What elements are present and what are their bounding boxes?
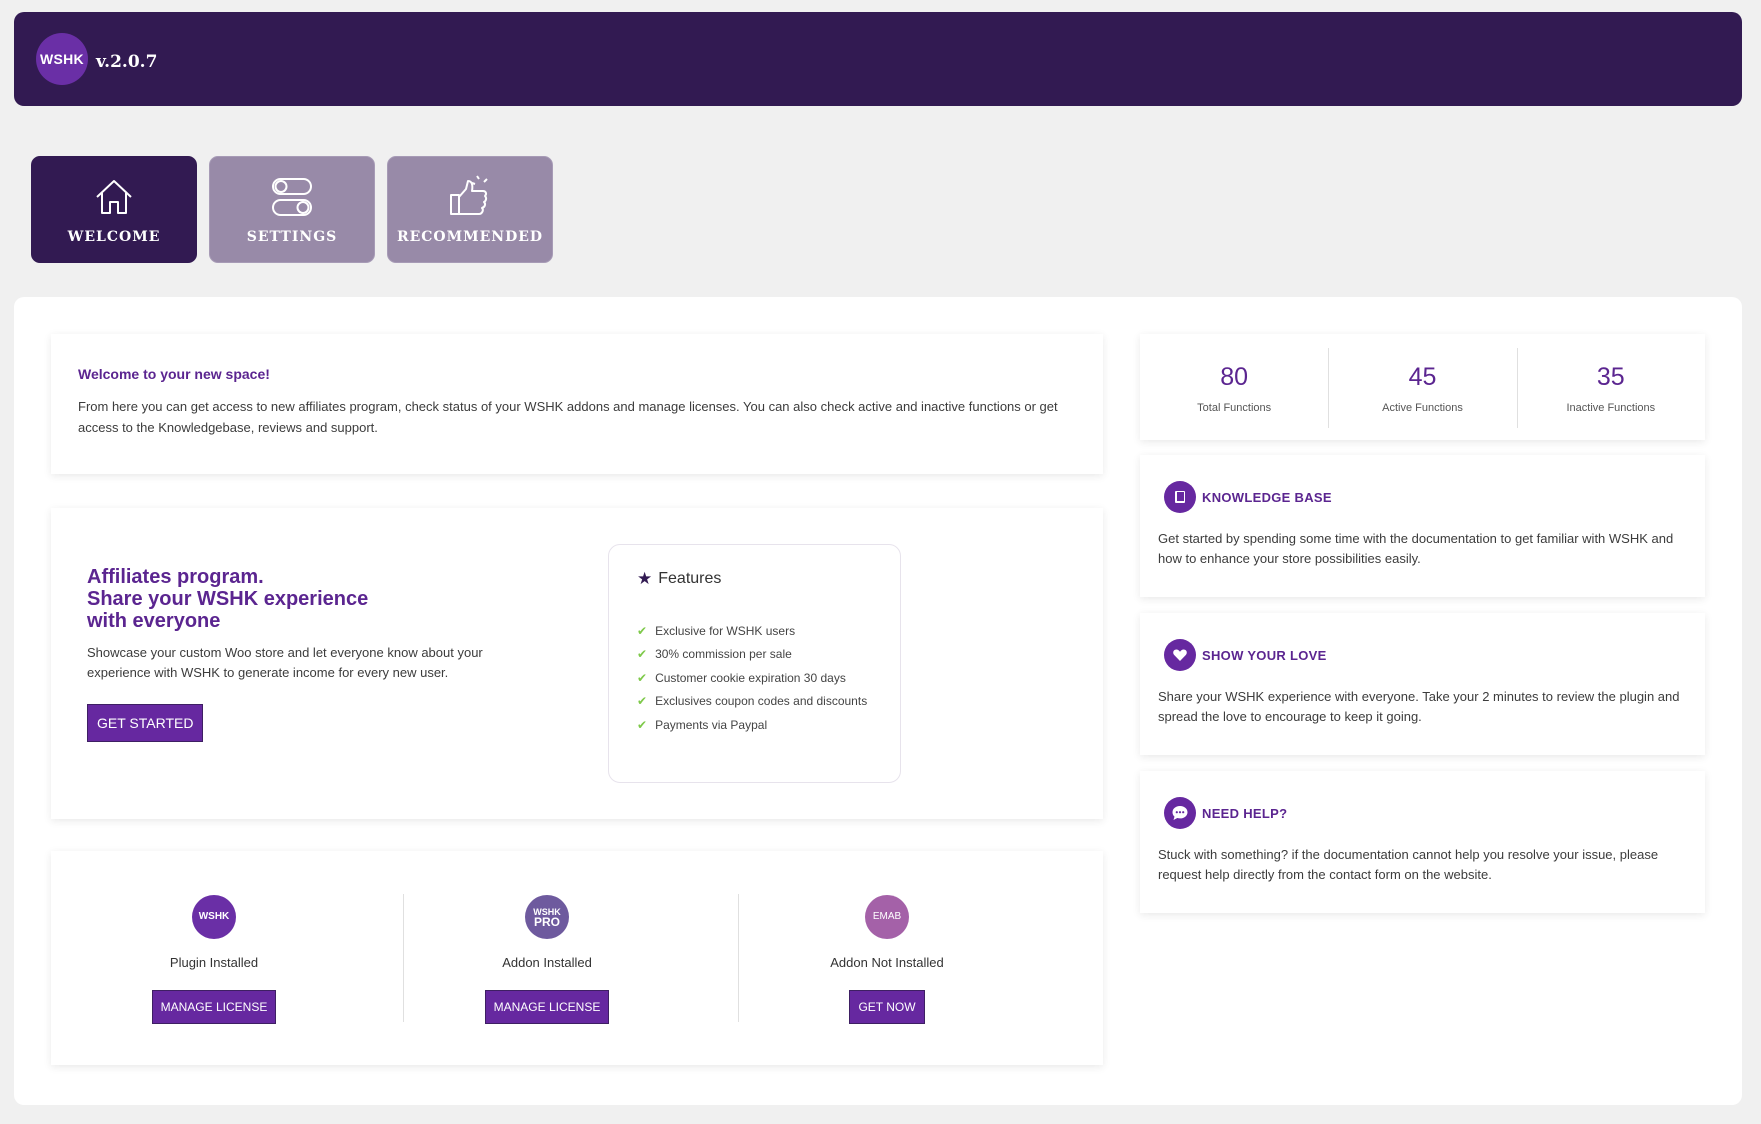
stat-label: Active Functions (1382, 401, 1463, 414)
tab-settings[interactable]: SETTINGS (209, 156, 375, 263)
check-icon: ✔ (637, 717, 648, 732)
addon-status: Addon Installed (502, 955, 592, 970)
book-icon (1164, 481, 1196, 513)
tab-recommended[interactable]: RECOMMENDED (387, 156, 553, 263)
affiliates-title-line: with everyone (87, 610, 221, 632)
addon-status: Plugin Installed (169, 955, 259, 970)
affiliates-title-line: Share your WSHK experience (87, 588, 369, 610)
need-help-card[interactable]: NEED HELP? Stuck with something? if the … (1140, 771, 1705, 913)
stat-value: 35 (1596, 362, 1625, 391)
stat-active: 45 Active Functions (1328, 334, 1516, 440)
show-your-love-card[interactable]: SHOW YOUR LOVE Share your WSHK experienc… (1140, 613, 1705, 755)
get-started-button[interactable]: GET STARTED (87, 704, 204, 742)
addon-emab: EMAB Addon Not Installed GET NOW (812, 851, 962, 1065)
toggles-icon (272, 177, 312, 216)
heart-icon (1164, 639, 1196, 671)
stat-total: 80 Total Functions (1140, 334, 1328, 440)
divider (403, 894, 404, 1022)
stat-value: 80 (1220, 362, 1249, 391)
stats-card: 80 Total Functions 45 Active Functions 3… (1140, 334, 1705, 440)
wshk-logo: WSHK (36, 33, 88, 85)
knowledge-base-title: KNOWLEDGE BASE (1202, 489, 1332, 505)
stat-inactive: 35 Inactive Functions (1516, 334, 1705, 440)
features-header: ★ Features (637, 569, 900, 589)
feature-item: ✔ Payments via Paypal (637, 713, 900, 737)
wshk-logo: WSHK (192, 895, 236, 939)
check-icon: ✔ (637, 694, 648, 709)
feature-text: 30% commission per sale (655, 647, 792, 662)
show-your-love-header: SHOW YOUR LOVE (1164, 639, 1687, 671)
welcome-title: Welcome to your new space! (78, 366, 270, 382)
welcome-text: From here you can get access to new affi… (78, 399, 1058, 435)
chat-icon (1164, 797, 1196, 829)
thumbs-up-icon (450, 174, 488, 215)
emab-logo: EMAB (865, 895, 909, 939)
welcome-card: Welcome to your new space! From here you… (51, 334, 1103, 474)
star-icon: ★ (637, 569, 653, 588)
check-icon: ✔ (637, 623, 648, 638)
home-icon (96, 179, 132, 214)
check-icon: ✔ (637, 647, 648, 662)
version-label: v.2.0.7 (96, 52, 158, 72)
features-box: ★ Features ✔ Exclusive for WSHK users ✔ 30… (608, 544, 901, 783)
need-help-title: NEED HELP? (1202, 805, 1288, 821)
stat-label: Total Functions (1197, 401, 1272, 414)
feature-item: ✔ Exclusives coupon codes and discounts (637, 690, 900, 714)
feature-text: Exclusive for WSHK users (655, 623, 796, 638)
main-tabs: WELCOME SETTINGS RECOMMENDED (31, 156, 553, 263)
wshk-pro-logo: WSHK PRO (525, 895, 569, 939)
affiliates-title-line: Affiliates program. (87, 566, 264, 588)
addon-wshk: WSHK Plugin Installed MANAGE LICENSE (139, 851, 289, 1065)
feature-text: Customer cookie expiration 30 days (655, 670, 846, 685)
feature-item: ✔ 30% commission per sale (637, 643, 900, 667)
knowledge-base-text: Get started by spending some time with t… (1158, 531, 1674, 566)
tab-settings-label: SETTINGS (246, 228, 338, 245)
features-title: Features (658, 570, 722, 587)
affiliates-description: Showcase your custom Woo store and let e… (87, 645, 483, 680)
knowledge-base-card[interactable]: KNOWLEDGE BASE Get started by spending s… (1140, 455, 1705, 597)
main-panel: Welcome to your new space! From here you… (14, 297, 1742, 1105)
feature-text: Exclusives coupon codes and discounts (655, 694, 868, 709)
show-your-love-title: SHOW YOUR LOVE (1202, 647, 1327, 663)
need-help-text: Stuck with something? if the documentati… (1158, 847, 1659, 882)
manage-license-button[interactable]: MANAGE LICENSE (484, 990, 610, 1024)
affiliates-card: Affiliates program. Share your WSHK expe… (51, 508, 1103, 819)
feature-item: ✔ Customer cookie expiration 30 days (637, 666, 900, 690)
need-help-header: NEED HELP? (1164, 797, 1687, 829)
tab-welcome-label: WELCOME (67, 228, 161, 245)
affiliates-title: Affiliates program. Share your WSHK expe… (87, 566, 427, 632)
get-now-button[interactable]: GET NOW (849, 990, 925, 1024)
header-bar: WSHK v.2.0.7 (14, 12, 1742, 106)
feature-text: Payments via Paypal (655, 717, 768, 732)
addons-card: WSHK Plugin Installed MANAGE LICENSE WSH… (51, 851, 1103, 1065)
check-icon: ✔ (637, 670, 648, 685)
addon-wshk-pro: WSHK PRO Addon Installed MANAGE LICENSE (472, 851, 622, 1065)
stat-label: Inactive Functions (1566, 401, 1656, 414)
addon-status: Addon Not Installed (830, 955, 944, 970)
show-your-love-text: Share your WSHK experience with everyone… (1158, 689, 1680, 724)
feature-item: ✔ Exclusive for WSHK users (637, 619, 900, 643)
stat-value: 45 (1408, 362, 1437, 391)
tab-recommended-label: RECOMMENDED (396, 228, 544, 245)
knowledge-base-header: KNOWLEDGE BASE (1164, 481, 1687, 513)
manage-license-button[interactable]: MANAGE LICENSE (151, 990, 277, 1024)
tab-welcome[interactable]: WELCOME (31, 156, 197, 263)
divider (738, 894, 739, 1022)
wshk-pro-logo-line: PRO (533, 914, 560, 929)
